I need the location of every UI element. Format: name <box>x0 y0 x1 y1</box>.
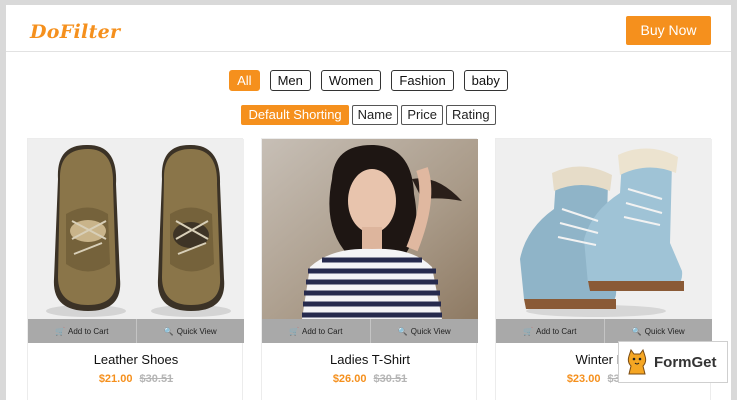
add-to-cart-button[interactable]: 🛒 Add to Cart <box>28 319 136 343</box>
quick-view-button[interactable]: 🔍 Quick View <box>369 319 479 343</box>
cart-icon: 🛒 <box>55 326 65 336</box>
quick-view-button[interactable]: 🔍 Quick View <box>603 319 713 343</box>
cart-icon: 🛒 <box>523 326 533 336</box>
sort-options: Default Shorting Name Price Rating <box>6 105 731 125</box>
zoom-icon: 🔍 <box>163 326 174 336</box>
category-filters: All Men Women Fashion baby <box>6 70 731 91</box>
sort-default[interactable]: Default Shorting <box>241 105 349 125</box>
product-card[interactable]: 🛒 Add to Cart 🔍 Quick View Leather Shoes… <box>27 138 244 400</box>
product-image-winter-boots[interactable] <box>496 139 712 319</box>
current-price: $23.00 <box>566 373 601 385</box>
add-to-cart-button[interactable]: 🛒 Add to Cart <box>262 319 370 343</box>
product-actions: 🛒 Add to Cart 🔍 Quick View <box>262 319 478 343</box>
top-bar: DoFilter Buy Now <box>6 5 731 52</box>
zoom-icon: 🔍 <box>631 326 642 336</box>
formget-badge[interactable]: FormGet <box>618 341 728 383</box>
zoom-icon: 🔍 <box>397 326 408 336</box>
sort-price[interactable]: Price <box>401 105 443 125</box>
sort-name[interactable]: Name <box>351 105 399 125</box>
product-name[interactable]: Leather Shoes <box>28 352 244 367</box>
old-price: $30.51 <box>373 373 408 385</box>
product-card[interactable]: 🛒 Add to Cart 🔍 Quick View Ladies T-Shir… <box>261 138 478 400</box>
cart-icon: 🛒 <box>289 326 299 336</box>
formget-cat-icon <box>627 348 647 375</box>
product-actions: 🛒 Add to Cart 🔍 Quick View <box>496 319 712 343</box>
filter-all[interactable]: All <box>229 70 260 91</box>
filter-men[interactable]: Men <box>269 70 311 91</box>
filter-women[interactable]: Women <box>320 70 382 91</box>
formget-label: FormGet <box>654 353 717 371</box>
logo[interactable]: DoFilter <box>30 21 120 43</box>
add-to-cart-button[interactable]: 🛒 Add to Cart <box>496 319 604 343</box>
product-price: $21.00 $30.51 <box>28 373 244 385</box>
sort-rating[interactable]: Rating <box>445 105 496 125</box>
old-price: $30.51 <box>139 373 174 385</box>
current-price: $21.00 <box>98 373 133 385</box>
buy-now-button[interactable]: Buy Now <box>626 16 711 45</box>
quick-view-button[interactable]: 🔍 Quick View <box>135 319 245 343</box>
product-image-ladies-tshirt[interactable] <box>262 139 478 319</box>
product-image-leather-shoes[interactable] <box>28 139 244 319</box>
product-price: $26.00 $30.51 <box>262 373 478 385</box>
product-actions: 🛒 Add to Cart 🔍 Quick View <box>28 319 244 343</box>
product-name[interactable]: Ladies T-Shirt <box>262 352 478 367</box>
filter-fashion[interactable]: Fashion <box>391 70 454 91</box>
current-price: $26.00 <box>332 373 367 385</box>
filter-baby[interactable]: baby <box>463 70 508 91</box>
